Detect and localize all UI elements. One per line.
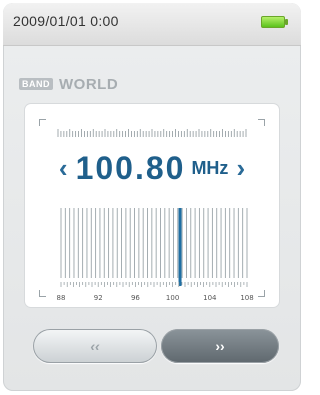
band-value: WORLD — [59, 75, 119, 93]
scale-label: 104 — [203, 294, 217, 302]
scale-label: 92 — [94, 294, 103, 302]
seek-back-icon: ‹‹ — [90, 338, 100, 354]
scale-label: 88 — [57, 294, 66, 302]
band-tag: BAND — [19, 78, 53, 90]
radio-screen: 2009/01/01 0:00 BAND WORLD ‹ 100.80 MHz … — [3, 3, 301, 391]
corner-mark — [39, 119, 46, 126]
scale-label: 96 — [131, 294, 140, 302]
tune-down-arrow-icon[interactable]: ‹ — [59, 155, 68, 181]
band-indicator: BAND WORLD — [19, 75, 118, 93]
frequency-unit: MHz — [191, 157, 229, 178]
seek-controls: ‹‹ ›› — [25, 329, 279, 369]
corner-mark — [258, 119, 265, 126]
frequency-value: 100.80 — [75, 149, 186, 186]
seek-forward-button[interactable]: ›› — [161, 329, 279, 363]
status-bar: 2009/01/01 0:00 — [3, 3, 301, 46]
frequency-scale: 88 92 96 100 104 108 — [57, 208, 254, 302]
battery-icon — [261, 16, 288, 28]
tuner-panel: ‹ 100.80 MHz › 88 92 96 100 104 108 — [25, 104, 279, 307]
scale-label: 100 — [166, 294, 179, 302]
seek-forward-icon: ›› — [215, 338, 225, 354]
date-time: 2009/01/01 0:00 — [13, 13, 119, 29]
fine-tick-strip — [57, 129, 247, 137]
seek-back-button[interactable]: ‹‹ — [33, 329, 157, 363]
frequency-display: ‹ 100.80 MHz › — [33, 150, 271, 186]
tune-up-arrow-icon[interactable]: › — [236, 155, 245, 181]
scale-label: 108 — [240, 294, 253, 302]
